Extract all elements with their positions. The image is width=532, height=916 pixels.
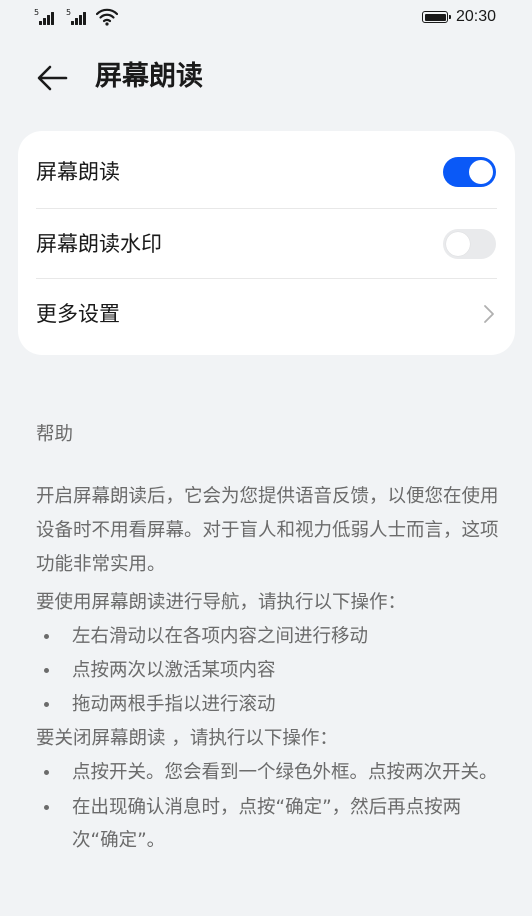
setting-row-screen-reader[interactable]: 屏幕朗读 — [18, 136, 515, 208]
status-bar: 5 5 20:30 — [0, 0, 532, 36]
toggle-knob — [469, 160, 493, 184]
list-item: 在出现确认消息时，点按“确定”，然后再点按两次“确定”。 — [36, 791, 502, 857]
wifi-icon — [96, 8, 118, 26]
setting-label: 更多设置 — [36, 302, 120, 326]
toggle-knob — [446, 232, 470, 256]
screen-reader-toggle[interactable] — [443, 157, 496, 187]
help-nav-steps: 左右滑动以在各项内容之间进行移动 点按两次以激活某项内容 拖动两根手指以进行滚动 — [36, 620, 502, 722]
setting-label: 屏幕朗读 — [36, 160, 120, 184]
list-item: 点按两次以激活某项内容 — [36, 654, 502, 688]
help-close-steps: 点按开关。您会看到一个绿色外框。点按两次开关。 在出现确认消息时，点按“确定”，… — [36, 756, 502, 857]
setting-label: 屏幕朗读水印 — [36, 232, 162, 256]
header: 屏幕朗读 — [0, 50, 532, 106]
setting-row-more-settings[interactable]: 更多设置 — [18, 278, 515, 350]
help-nav-heading: 要使用屏幕朗读进行导航，请执行以下操作： — [36, 592, 407, 613]
setting-row-watermark[interactable]: 屏幕朗读水印 — [18, 208, 515, 280]
watermark-toggle[interactable] — [443, 229, 496, 259]
list-item: 左右滑动以在各项内容之间进行移动 — [36, 620, 502, 654]
help-section: 帮助 开启屏幕朗读后，它会为您提供语音反馈，以便您在使用设备时不用看屏幕。对于盲… — [36, 420, 502, 857]
help-intro: 开启屏幕朗读后，它会为您提供语音反馈，以便您在使用设备时不用看屏幕。对于盲人和视… — [36, 486, 499, 575]
list-item: 拖动两根手指以进行滚动 — [36, 688, 502, 722]
list-item: 点按开关。您会看到一个绿色外框。点按两次开关。 — [36, 756, 502, 789]
help-close-heading: 要关闭屏幕朗读 ，请执行以下操作： — [36, 728, 338, 749]
help-title: 帮助 — [36, 424, 74, 445]
status-time: 20:30 — [456, 8, 497, 25]
chevron-right-icon — [484, 305, 494, 323]
page-title: 屏幕朗读 — [95, 61, 203, 92]
arrow-left-icon[interactable] — [36, 64, 68, 92]
settings-card: 屏幕朗读 屏幕朗读水印 更多设置 — [18, 131, 515, 355]
battery-icon — [422, 11, 451, 23]
